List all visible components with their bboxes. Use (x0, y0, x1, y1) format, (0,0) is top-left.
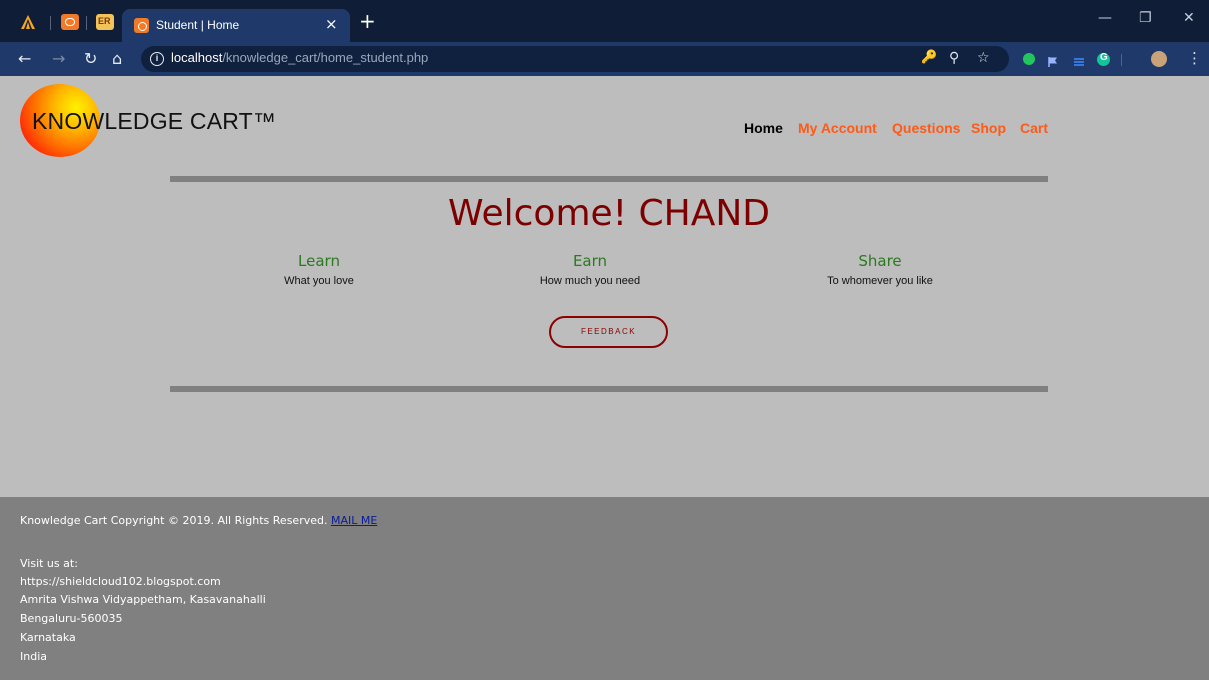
column-subtext: How much you need (539, 275, 641, 287)
pinned-tab-3-label: ER (98, 16, 111, 26)
column-heading: Share (858, 252, 902, 270)
footer-country: India (20, 650, 47, 663)
grammarly-icon[interactable]: G (1097, 52, 1110, 66)
layers-icon[interactable] (1073, 53, 1085, 66)
address-bar[interactable]: i localhost/knowledge_cart/home_student.… (141, 46, 1009, 72)
footer-address-line-1: Amrita Vishwa Vidyappetham, Kasavanahall… (20, 593, 266, 606)
restore-button[interactable]: ❐ (1139, 10, 1152, 26)
green-dot-icon[interactable] (1023, 53, 1035, 65)
close-tab-icon[interactable]: × (325, 15, 338, 33)
info-icon[interactable]: i (150, 52, 164, 66)
footer-state: Karnataka (20, 631, 76, 644)
zoom-icon[interactable]: ⚲ (949, 50, 959, 66)
nav-questions[interactable]: Questions (892, 120, 960, 136)
close-window-button[interactable]: ✕ (1183, 10, 1195, 26)
feedback-button[interactable]: FEEDBACK (549, 316, 668, 348)
tab-student-home[interactable]: Student | Home × (122, 9, 350, 42)
key-icon[interactable]: 🔑 (921, 50, 937, 65)
new-tab-button[interactable]: + (359, 11, 376, 31)
pinned-separator (86, 16, 87, 30)
minimize-button[interactable]: — (1098, 10, 1112, 26)
nav-home[interactable]: Home (744, 120, 783, 136)
tower-icon (21, 15, 35, 29)
nav-cart[interactable]: Cart (1020, 120, 1048, 136)
column-subtext: What you love (284, 275, 354, 287)
column-subtext: To whomever you like (827, 275, 933, 287)
forward-button[interactable]: → (52, 49, 65, 68)
column-earn: Earn How much you need (460, 252, 720, 287)
pinned-tab-2[interactable] (61, 14, 79, 30)
nav-shop[interactable]: Shop (971, 120, 1006, 136)
footer-address-line-2: Bengaluru-560035 (20, 612, 123, 625)
back-button[interactable]: ← (18, 49, 31, 68)
toolbar-separator (1121, 54, 1122, 66)
browser-tab-bar: ER Student | Home × + — ❐ ✕ (0, 0, 1209, 42)
browser-toolbar: ← → ↻ ⌂ i localhost/knowledge_cart/home_… (0, 42, 1209, 76)
divider-bottom (170, 386, 1048, 392)
footer: Knowledge Cart Copyright © 2019. All Rig… (0, 497, 1209, 680)
column-heading: Learn (298, 252, 340, 270)
copyright-text: Knowledge Cart Copyright © 2019. All Rig… (20, 514, 328, 527)
site-logo[interactable]: KNOWLEDGE CART™ (32, 108, 276, 135)
pinned-tab-3[interactable]: ER (96, 14, 114, 30)
nav-my-account[interactable]: My Account (798, 120, 877, 136)
footer-copyright: Knowledge Cart Copyright © 2019. All Rig… (20, 514, 377, 527)
url-text[interactable]: localhost/knowledge_cart/home_student.ph… (171, 50, 428, 65)
reload-button[interactable]: ↻ (84, 49, 97, 68)
menu-kebab-icon[interactable]: ⋮ (1187, 49, 1202, 67)
footer-blog-url: https://shieldcloud102.blogspot.com (20, 575, 221, 588)
divider-top (170, 176, 1048, 182)
welcome-heading: Welcome! CHAND (447, 193, 771, 234)
column-learn: Learn What you love (189, 252, 449, 287)
pinned-tab-1[interactable] (19, 14, 37, 30)
xampp-icon (65, 18, 75, 26)
star-icon[interactable]: ☆ (977, 50, 990, 66)
home-button[interactable]: ⌂ (112, 49, 122, 68)
column-share: Share To whomever you like (750, 252, 1010, 287)
flag-icon[interactable] (1047, 53, 1059, 67)
column-heading: Earn (572, 252, 608, 270)
xampp-icon (134, 18, 149, 33)
pinned-separator (50, 16, 51, 30)
avatar-icon[interactable] (1151, 51, 1167, 67)
tab-title: Student | Home (156, 18, 240, 32)
mail-me-link[interactable]: MAIL ME (331, 514, 377, 527)
footer-visit-label: Visit us at: (20, 557, 78, 570)
